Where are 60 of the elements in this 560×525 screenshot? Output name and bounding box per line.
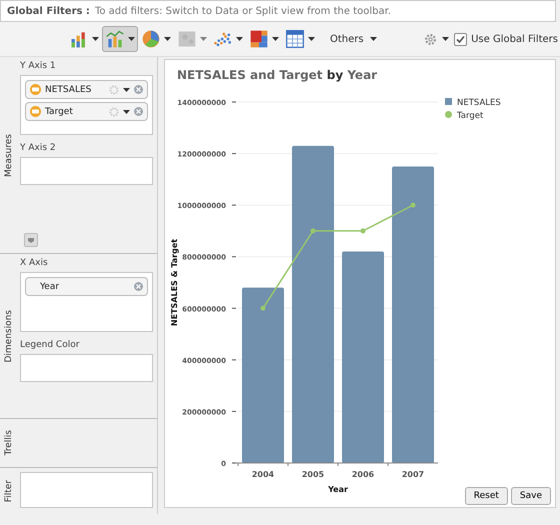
chip-label: Year xyxy=(39,282,60,292)
global-filters-hint: To add filters: Switch to Data or Split view from the toolbar. xyxy=(94,6,391,16)
geo-chart-icon xyxy=(177,29,197,49)
remove-icon[interactable] xyxy=(134,85,143,94)
action-button[interactable]: Save xyxy=(510,487,551,505)
caret-icon[interactable] xyxy=(164,37,171,41)
caret-icon[interactable] xyxy=(442,37,450,41)
y-axis-title: NETSALES & Target xyxy=(170,238,179,326)
drop-area[interactable]: Year xyxy=(20,272,153,332)
check-icon xyxy=(456,34,466,44)
chip-label: Target xyxy=(45,106,74,116)
legend-label: NETSALES xyxy=(457,98,501,108)
section-label: Measures xyxy=(4,134,14,176)
legend-label: Target xyxy=(457,111,484,121)
caret-icon[interactable] xyxy=(92,37,99,41)
axis-label: X Axis xyxy=(20,258,49,268)
data-point xyxy=(410,202,416,208)
caret-icon[interactable] xyxy=(128,37,135,41)
measure-chip[interactable]: NETSALES xyxy=(25,80,148,99)
caret-icon[interactable] xyxy=(272,37,279,41)
x-axis-title: Year xyxy=(328,485,348,494)
use-global-filters-checkbox[interactable]: Use Global Filters xyxy=(454,32,558,46)
measure-icon xyxy=(30,84,41,95)
x-tick-label: 2005 xyxy=(302,470,324,479)
chart-title: NETSALES and Target by Year xyxy=(176,67,378,84)
measure-chip[interactable]: Target xyxy=(25,102,148,121)
section-label: Trellis xyxy=(4,430,14,456)
x-tick-label: 2004 xyxy=(252,470,274,479)
legend-dot xyxy=(445,111,452,118)
section-label: Dimensions xyxy=(4,310,14,362)
x-tick-label: 2007 xyxy=(402,470,424,479)
collapse-icon[interactable] xyxy=(24,233,38,247)
section-label: Filter xyxy=(4,480,14,502)
chip-label: NETSALES xyxy=(45,84,92,94)
data-point xyxy=(360,228,366,234)
table-chart-icon xyxy=(285,29,305,49)
legend-swatch xyxy=(445,98,452,105)
axis-label: Y Axis 1 xyxy=(20,61,57,71)
global-filters-label: Global Filters : xyxy=(7,6,90,16)
settings-icon[interactable] xyxy=(424,32,438,46)
treemap-chart-icon xyxy=(249,29,269,49)
others-menu[interactable]: Others xyxy=(324,32,383,46)
dimension-chip[interactable]: Year xyxy=(25,277,148,296)
combo-chart-icon xyxy=(105,29,125,49)
remove-icon[interactable] xyxy=(134,107,143,116)
axis-label: Y Axis 2 xyxy=(20,143,57,153)
x-tick-label: 2006 xyxy=(352,470,374,479)
drop-area[interactable]: NETSALES Target xyxy=(20,75,153,135)
data-point xyxy=(260,306,266,311)
remove-icon[interactable] xyxy=(134,282,143,291)
caret-icon[interactable] xyxy=(370,37,377,41)
axis-label: Legend Color xyxy=(20,340,80,350)
data-point xyxy=(310,228,316,234)
pie-chart-icon xyxy=(141,29,161,49)
caret-icon[interactable] xyxy=(308,37,315,41)
caret-icon[interactable] xyxy=(123,110,130,114)
measure-icon xyxy=(30,106,41,117)
caret-icon[interactable] xyxy=(123,88,130,92)
action-button[interactable]: Reset xyxy=(464,487,508,505)
caret-icon[interactable] xyxy=(236,37,243,41)
